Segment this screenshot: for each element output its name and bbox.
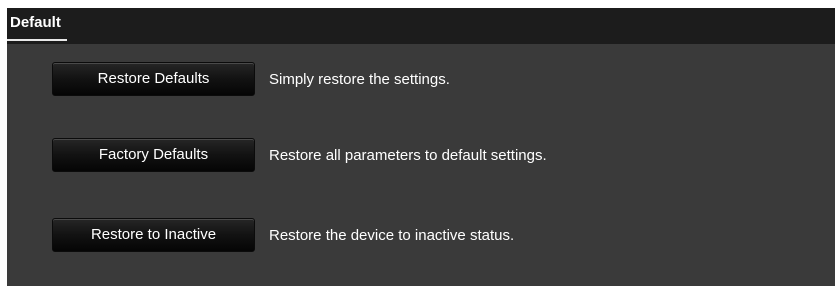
restore-defaults-description: Simply restore the settings. [269, 70, 450, 88]
factory-defaults-button[interactable]: Factory Defaults [52, 138, 255, 172]
factory-defaults-row: Factory Defaults Restore all parameters … [52, 138, 547, 172]
restore-defaults-button[interactable]: Restore Defaults [52, 62, 255, 96]
restore-to-inactive-row: Restore to Inactive Restore the device t… [52, 218, 514, 252]
factory-defaults-description: Restore all parameters to default settin… [269, 146, 547, 164]
tab-bar: Default [7, 8, 835, 44]
restore-to-inactive-button[interactable]: Restore to Inactive [52, 218, 255, 252]
tab-default-label: Default [10, 14, 61, 31]
active-tab-indicator [7, 39, 67, 41]
tab-default[interactable]: Default [7, 8, 67, 44]
restore-defaults-row: Restore Defaults Simply restore the sett… [52, 62, 450, 96]
restore-to-inactive-description: Restore the device to inactive status. [269, 226, 515, 244]
